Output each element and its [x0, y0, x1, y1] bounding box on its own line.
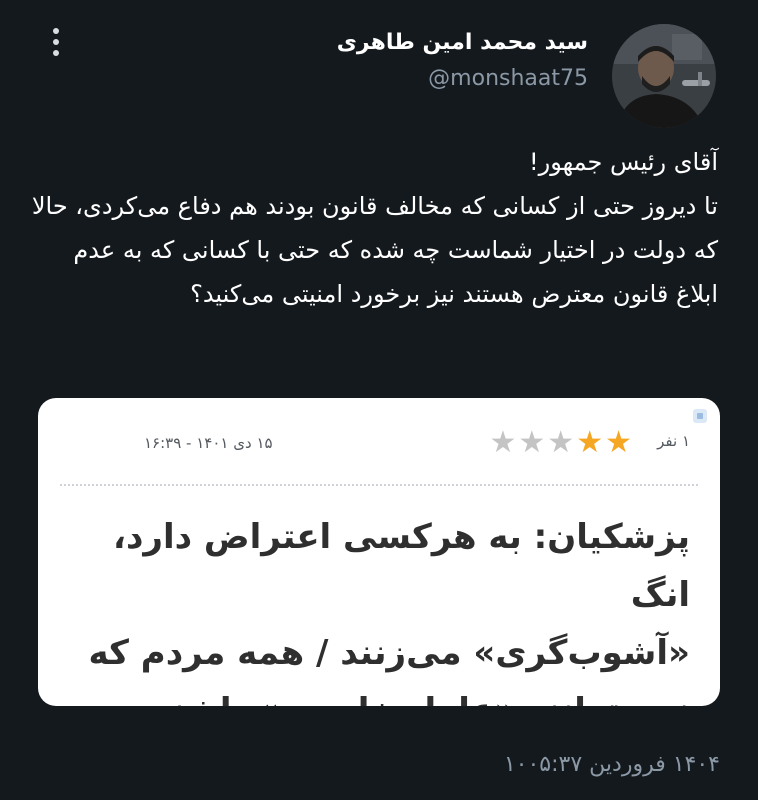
divider	[60, 484, 698, 486]
star-icon: ★	[605, 425, 632, 460]
card-date: ۱۵ دی ۱۴۰۱ - ۱۶:۳۹	[144, 434, 273, 452]
tweet-timestamp[interactable]: ۱۴۰۴ فروردین ۱۰۰۵:۳۷	[504, 752, 720, 777]
author-handle[interactable]: @monshaat75	[428, 66, 588, 91]
star-icon: ★	[576, 425, 604, 460]
avatar[interactable]	[612, 24, 716, 128]
star-rating: ★ ★ ★ ★ ★	[489, 428, 632, 458]
star-icon: ★	[489, 425, 517, 460]
avatar-photo	[612, 24, 716, 128]
rating-count: ۱ نفر	[657, 432, 690, 450]
attached-image[interactable]: ۱ نفر ★ ★ ★ ★ ★ ۱۵ دی ۱۴۰۱ - ۱۶:۳۹ پزشکی…	[38, 398, 720, 706]
tweet-text: آقای رئیس جمهور! تا دیروز حتی از کسانی ک…	[31, 148, 718, 308]
tweet-container: سید محمد امین طاهری @monshaat75 آقای رئی…	[0, 0, 758, 800]
star-icon: ★	[547, 425, 575, 460]
more-options-icon[interactable]	[44, 28, 68, 62]
star-icon: ★	[518, 425, 546, 460]
author-name[interactable]: سید محمد امین طاهری	[337, 30, 588, 55]
news-headline: پزشکیان: به هرکسی اعتراض دارد، انگ «آشوب…	[88, 517, 690, 706]
corner-badge-icon	[693, 409, 707, 423]
